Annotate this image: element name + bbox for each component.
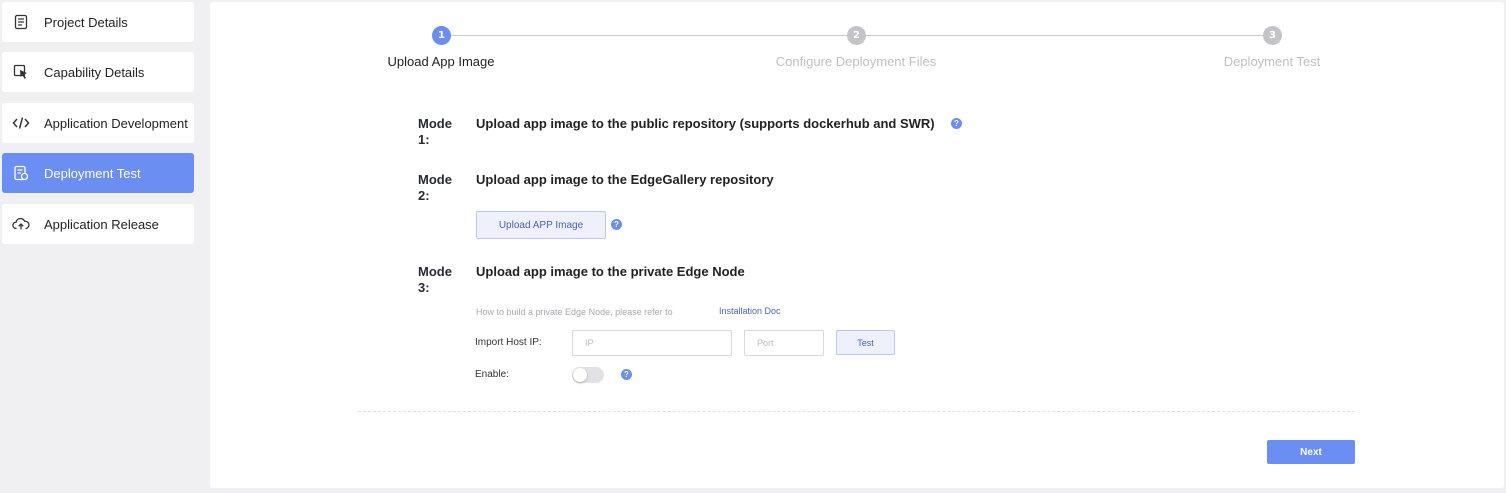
toggle-knob [573, 368, 587, 382]
sidebar-item-capability-details[interactable]: Capability Details [2, 52, 194, 92]
mode-1-tag: Mode 1: [418, 116, 452, 147]
sidebar: Project Details Capability Details Appli… [0, 0, 200, 493]
upload-app-image-button[interactable]: Upload APP Image [476, 211, 606, 239]
sidebar-item-project-details[interactable]: Project Details [2, 2, 194, 42]
mode-2-tag: Mode 2: [418, 172, 452, 203]
step-3-label: Deployment Test [1223, 54, 1321, 69]
test-document-icon [12, 164, 30, 182]
cursor-icon [12, 63, 30, 81]
sidebar-item-label: Project Details [44, 14, 128, 30]
help-icon[interactable]: ? [611, 219, 622, 230]
next-button[interactable]: Next [1267, 440, 1355, 464]
document-icon [12, 13, 30, 31]
sidebar-item-label: Capability Details [44, 64, 145, 80]
sidebar-item-label: Application Release [44, 216, 159, 232]
private-node-hint: How to build a private Edge Node, please… [476, 307, 673, 317]
port-input[interactable]: Port [744, 330, 824, 356]
cloud-upload-icon [12, 215, 30, 233]
mode-2-title: Upload app image to the EdgeGallery repo… [476, 172, 774, 187]
mode-3-tag: Mode 3: [418, 264, 452, 295]
help-icon[interactable]: ? [621, 369, 632, 380]
step-3-indicator: 3 [1263, 26, 1282, 45]
step-connector [450, 35, 856, 36]
help-icon[interactable]: ? [951, 118, 962, 129]
code-icon [12, 114, 30, 132]
enable-toggle[interactable] [572, 367, 604, 383]
mode-1-title: Upload app image to the public repositor… [476, 116, 935, 131]
installation-doc-link[interactable]: Installation Doc [719, 306, 781, 316]
sidebar-item-deployment-test[interactable]: Deployment Test [2, 153, 194, 193]
test-button[interactable]: Test [836, 330, 895, 355]
sidebar-item-application-development[interactable]: Application Development [2, 103, 194, 143]
step-connector [866, 35, 1272, 36]
divider [358, 411, 1355, 412]
import-host-ip-label: Import Host IP: [475, 337, 542, 348]
sidebar-item-label: Application Development [44, 115, 188, 131]
mode-3-title: Upload app image to the private Edge Nod… [476, 264, 745, 279]
step-1-indicator: 1 [432, 26, 451, 45]
sidebar-item-label: Deployment Test [44, 165, 141, 181]
step-2-indicator: 2 [847, 26, 866, 45]
enable-label: Enable: [475, 369, 509, 380]
sidebar-item-application-release[interactable]: Application Release [2, 204, 194, 244]
ip-input[interactable]: IP [572, 330, 732, 356]
step-2-label: Configure Deployment Files [775, 54, 937, 69]
main-panel: 1 2 3 Upload App Image Configure Deploym… [210, 2, 1504, 488]
step-1-label: Upload App Image [387, 54, 495, 69]
